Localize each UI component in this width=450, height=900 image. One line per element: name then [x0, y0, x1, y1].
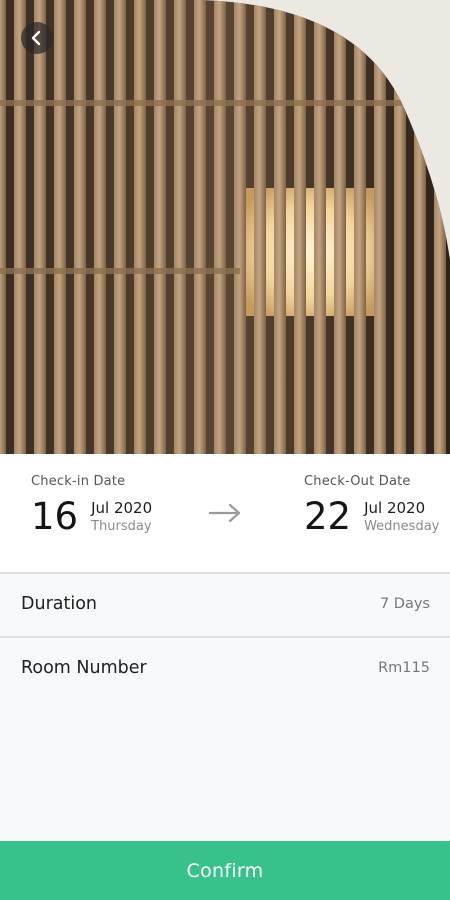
check-in-weekday: Thursday [91, 519, 152, 534]
wood-slat [154, 0, 166, 454]
room-number-label: Room Number [21, 658, 147, 678]
arrow-right-icon [208, 503, 241, 523]
chevron-left-icon [31, 30, 41, 46]
duration-value: 7 Days [379, 596, 430, 612]
stay-dates-card: Check-in Date 16 Jul 2020 Thursday Check… [0, 454, 450, 572]
wood-slat [54, 0, 66, 454]
check-in-date[interactable]: Check-in Date 16 Jul 2020 Thursday [31, 474, 152, 537]
room-number-value: Rm115 [378, 660, 430, 676]
wood-slat [34, 0, 46, 454]
wooden-wall-image [0, 0, 450, 454]
check-out-label: Check-Out Date [304, 474, 411, 489]
wood-slat [174, 0, 186, 454]
wood-slat [14, 0, 26, 454]
check-out-date[interactable]: Check-Out Date 22 Jul 2020 Wednesday [304, 474, 439, 537]
wood-slat [274, 0, 286, 454]
duration-label: Duration [21, 594, 98, 614]
check-in-label: Check-in Date [31, 474, 126, 489]
wood-slat [214, 0, 226, 454]
wood-slat [0, 0, 6, 454]
back-button[interactable] [21, 22, 53, 54]
wood-slat [314, 0, 326, 454]
wood-slat [254, 0, 266, 454]
check-in-day: 16 [31, 495, 79, 538]
wood-slat [74, 0, 86, 454]
hero-photo [0, 0, 450, 454]
wood-slat [234, 0, 246, 454]
wood-slat [194, 0, 206, 454]
room-number-row: Room Number Rm115 [0, 638, 450, 700]
wood-slat [334, 0, 346, 454]
check-out-day: 22 [304, 495, 352, 538]
check-in-month-year: Jul 2020 [91, 499, 153, 517]
wood-slat [354, 0, 366, 454]
wood-slat [294, 0, 306, 454]
check-out-weekday: Wednesday [364, 519, 440, 534]
check-out-month-year: Jul 2020 [364, 499, 426, 517]
wood-slat [94, 0, 106, 454]
wood-slat [134, 0, 146, 454]
duration-row: Duration 7 Days [0, 574, 450, 636]
wood-slat [114, 0, 126, 454]
confirm-button[interactable]: Confirm [0, 841, 450, 900]
